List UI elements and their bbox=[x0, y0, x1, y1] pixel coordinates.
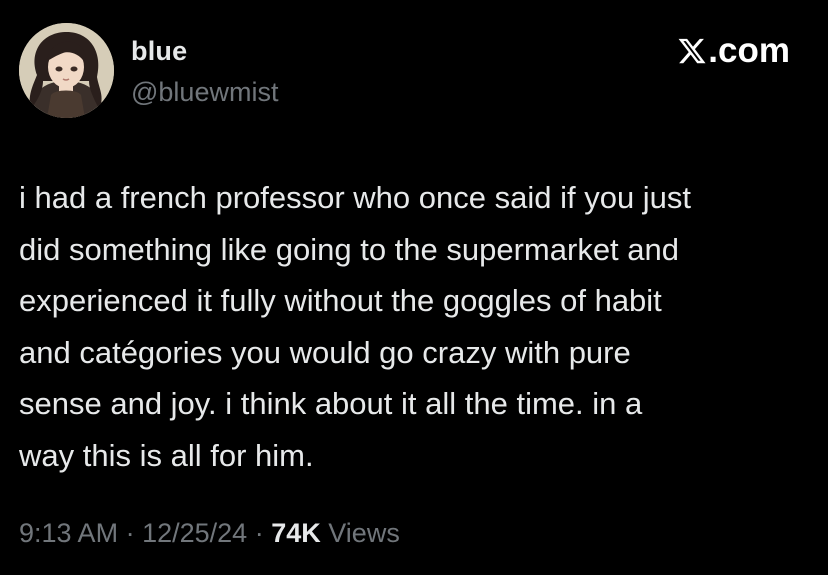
views-count[interactable]: 74K bbox=[271, 518, 321, 548]
tweet-meta: 9:13 AM · 12/25/24 · 74K Views bbox=[19, 518, 400, 549]
tweet-line: sense and joy. i think about it all the … bbox=[19, 386, 643, 421]
tweet-card: blue @bluewmist .com i had a french prof… bbox=[0, 0, 828, 575]
user-handle[interactable]: @bluewmist bbox=[131, 77, 278, 108]
tweet-line: and catégories you would go crazy with p… bbox=[19, 334, 631, 370]
post-date[interactable]: 12/25/24 bbox=[142, 518, 247, 548]
separator: · bbox=[125, 518, 135, 548]
x-logo-icon bbox=[678, 38, 706, 64]
avatar[interactable] bbox=[19, 23, 114, 118]
anime-girl-avatar-icon bbox=[19, 23, 114, 118]
post-time[interactable]: 9:13 AM bbox=[19, 518, 118, 548]
display-name[interactable]: blue bbox=[131, 36, 187, 67]
tweet-text: i had a french professor who once said i… bbox=[19, 172, 814, 481]
separator: · bbox=[254, 518, 264, 548]
brand-watermark: .com bbox=[677, 33, 790, 69]
views-label: Views bbox=[328, 518, 400, 548]
brand-label: .com bbox=[708, 31, 790, 70]
tweet-line: experienced it fully without the goggles… bbox=[19, 283, 662, 318]
tweet-line: way this is all for him. bbox=[19, 437, 314, 473]
tweet-line: i had a french professor who once said i… bbox=[19, 180, 692, 215]
tweet-line: did something like going to the supermar… bbox=[19, 231, 680, 267]
